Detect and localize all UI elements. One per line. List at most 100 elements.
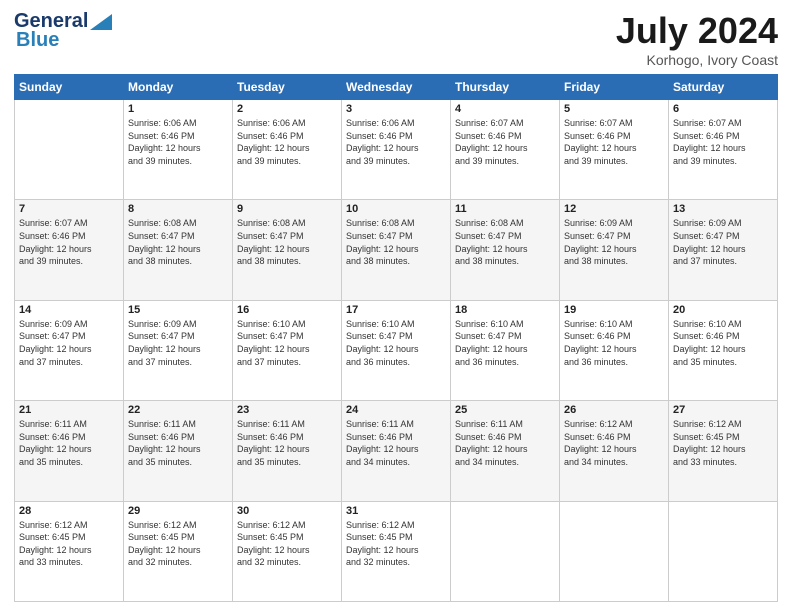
col-header-thursday: Thursday — [451, 75, 560, 100]
day-number: 3 — [346, 103, 446, 115]
day-number: 21 — [19, 404, 119, 416]
day-info: Sunrise: 6:07 AMSunset: 6:46 PMDaylight:… — [19, 217, 119, 267]
col-header-tuesday: Tuesday — [233, 75, 342, 100]
col-header-friday: Friday — [560, 75, 669, 100]
day-cell: 25 Sunrise: 6:11 AMSunset: 6:46 PMDayligh… — [451, 401, 560, 501]
day-info: Sunrise: 6:09 AMSunset: 6:47 PMDaylight:… — [19, 318, 119, 368]
day-cell — [15, 100, 124, 200]
day-number: 31 — [346, 505, 446, 517]
col-header-wednesday: Wednesday — [342, 75, 451, 100]
day-number: 1 — [128, 103, 228, 115]
day-number: 7 — [19, 203, 119, 215]
day-info: Sunrise: 6:10 AMSunset: 6:46 PMDaylight:… — [564, 318, 664, 368]
day-info: Sunrise: 6:09 AMSunset: 6:47 PMDaylight:… — [673, 217, 773, 267]
day-cell: 9Sunrise: 6:08 AMSunset: 6:47 PMDaylight… — [233, 200, 342, 300]
day-cell: 31 Sunrise: 6:12 AMSunset: 6:45 PMDayligh… — [342, 501, 451, 601]
day-number: 25 — [455, 404, 555, 416]
day-cell: 14 Sunrise: 6:09 AMSunset: 6:47 PMDayligh… — [15, 300, 124, 400]
day-number: 2 — [237, 103, 337, 115]
col-header-monday: Monday — [124, 75, 233, 100]
day-number: 4 — [455, 103, 555, 115]
page: General Blue July 2024 Korhogo, Ivory Co… — [0, 0, 792, 612]
day-info: Sunrise: 6:12 AMSunset: 6:45 PMDaylight:… — [128, 519, 228, 569]
day-info: Sunrise: 6:09 AMSunset: 6:47 PMDaylight:… — [128, 318, 228, 368]
day-cell: 6 Sunrise: 6:07 AMSunset: 6:46 PMDaylight… — [669, 100, 778, 200]
day-number: 28 — [19, 505, 119, 517]
day-cell: 23 Sunrise: 6:11 AMSunset: 6:46 PMDayligh… — [233, 401, 342, 501]
day-number: 9 — [237, 203, 337, 215]
day-info: Sunrise: 6:12 AMSunset: 6:45 PMDaylight:… — [346, 519, 446, 569]
day-number: 22 — [128, 404, 228, 416]
day-number: 24 — [346, 404, 446, 416]
day-cell: 15 Sunrise: 6:09 AMSunset: 6:47 PMDayligh… — [124, 300, 233, 400]
day-cell: 29 Sunrise: 6:12 AMSunset: 6:45 PMDayligh… — [124, 501, 233, 601]
day-cell: 12 Sunrise: 6:09 AMSunset: 6:47 PMDayligh… — [560, 200, 669, 300]
day-cell: 22 Sunrise: 6:11 AMSunset: 6:46 PMDayligh… — [124, 401, 233, 501]
day-cell — [451, 501, 560, 601]
day-number: 23 — [237, 404, 337, 416]
day-cell: 3 Sunrise: 6:06 AMSunset: 6:46 PMDaylight… — [342, 100, 451, 200]
day-number: 30 — [237, 505, 337, 517]
day-number: 15 — [128, 304, 228, 316]
day-info: Sunrise: 6:11 AMSunset: 6:46 PMDaylight:… — [346, 418, 446, 468]
day-info: Sunrise: 6:07 AMSunset: 6:46 PMDaylight:… — [564, 117, 664, 167]
day-info: Sunrise: 6:10 AMSunset: 6:46 PMDaylight:… — [673, 318, 773, 368]
week-row-5: 28 Sunrise: 6:12 AMSunset: 6:45 PMDayligh… — [15, 501, 778, 601]
day-info: Sunrise: 6:11 AMSunset: 6:46 PMDaylight:… — [237, 418, 337, 468]
week-row-3: 14 Sunrise: 6:09 AMSunset: 6:47 PMDayligh… — [15, 300, 778, 400]
day-cell: 8 Sunrise: 6:08 AMSunset: 6:47 PMDaylight… — [124, 200, 233, 300]
day-info: Sunrise: 6:07 AMSunset: 6:46 PMDaylight:… — [673, 117, 773, 167]
calendar-table: SundayMondayTuesdayWednesdayThursdayFrid… — [14, 74, 778, 602]
week-row-1: 1 Sunrise: 6:06 AMSunset: 6:46 PMDaylight… — [15, 100, 778, 200]
day-number: 26 — [564, 404, 664, 416]
title-area: July 2024 Korhogo, Ivory Coast — [616, 10, 778, 68]
day-info: Sunrise: 6:06 AMSunset: 6:46 PMDaylight:… — [346, 117, 446, 167]
col-header-saturday: Saturday — [669, 75, 778, 100]
day-info: Sunrise: 6:11 AMSunset: 6:46 PMDaylight:… — [19, 418, 119, 468]
day-info: Sunrise: 6:12 AMSunset: 6:45 PMDaylight:… — [237, 519, 337, 569]
day-cell: 5 Sunrise: 6:07 AMSunset: 6:46 PMDaylight… — [560, 100, 669, 200]
day-info: Sunrise: 6:11 AMSunset: 6:46 PMDaylight:… — [455, 418, 555, 468]
day-info: Sunrise: 6:08 AMSunset: 6:47 PMDaylight:… — [346, 217, 446, 267]
day-cell: 30 Sunrise: 6:12 AMSunset: 6:45 PMDayligh… — [233, 501, 342, 601]
day-number: 19 — [564, 304, 664, 316]
day-cell: 10 Sunrise: 6:08 AMSunset: 6:47 PMDayligh… — [342, 200, 451, 300]
week-row-4: 21 Sunrise: 6:11 AMSunset: 6:46 PMDayligh… — [15, 401, 778, 501]
day-info: Sunrise: 6:10 AMSunset: 6:47 PMDaylight:… — [346, 318, 446, 368]
logo-icon — [90, 14, 112, 30]
day-number: 11 — [455, 203, 555, 215]
day-cell — [560, 501, 669, 601]
day-info: Sunrise: 6:06 AMSunset: 6:46 PMDaylight:… — [128, 117, 228, 167]
day-info: Sunrise: 6:10 AMSunset: 6:47 PMDaylight:… — [455, 318, 555, 368]
day-cell: 28 Sunrise: 6:12 AMSunset: 6:45 PMDayligh… — [15, 501, 124, 601]
day-cell: 26Sunrise: 6:12 AMSunset: 6:46 PMDayligh… — [560, 401, 669, 501]
day-cell: 19 Sunrise: 6:10 AMSunset: 6:46 PMDayligh… — [560, 300, 669, 400]
day-number: 10 — [346, 203, 446, 215]
header: General Blue July 2024 Korhogo, Ivory Co… — [14, 10, 778, 68]
day-info: Sunrise: 6:12 AMSunset: 6:45 PMDaylight:… — [673, 418, 773, 468]
header-row: SundayMondayTuesdayWednesdayThursdayFrid… — [15, 75, 778, 100]
day-cell: 27 Sunrise: 6:12 AMSunset: 6:45 PMDayligh… — [669, 401, 778, 501]
day-number: 6 — [673, 103, 773, 115]
day-number: 20 — [673, 304, 773, 316]
day-number: 27 — [673, 404, 773, 416]
day-cell: 21 Sunrise: 6:11 AMSunset: 6:46 PMDayligh… — [15, 401, 124, 501]
day-number: 29 — [128, 505, 228, 517]
day-info: Sunrise: 6:11 AMSunset: 6:46 PMDaylight:… — [128, 418, 228, 468]
day-cell: 13Sunrise: 6:09 AMSunset: 6:47 PMDayligh… — [669, 200, 778, 300]
day-number: 14 — [19, 304, 119, 316]
day-cell: 20 Sunrise: 6:10 AMSunset: 6:46 PMDayligh… — [669, 300, 778, 400]
day-info: Sunrise: 6:10 AMSunset: 6:47 PMDaylight:… — [237, 318, 337, 368]
week-row-2: 7 Sunrise: 6:07 AMSunset: 6:46 PMDaylight… — [15, 200, 778, 300]
day-number: 5 — [564, 103, 664, 115]
day-number: 12 — [564, 203, 664, 215]
day-cell: 17 Sunrise: 6:10 AMSunset: 6:47 PMDayligh… — [342, 300, 451, 400]
day-info: Sunrise: 6:09 AMSunset: 6:47 PMDaylight:… — [564, 217, 664, 267]
day-number: 8 — [128, 203, 228, 215]
day-info: Sunrise: 6:08 AMSunset: 6:47 PMDaylight:… — [128, 217, 228, 267]
day-number: 17 — [346, 304, 446, 316]
logo: General Blue — [14, 10, 112, 52]
day-info: Sunrise: 6:12 AMSunset: 6:45 PMDaylight:… — [19, 519, 119, 569]
day-cell: 18Sunrise: 6:10 AMSunset: 6:47 PMDayligh… — [451, 300, 560, 400]
day-cell: 24 Sunrise: 6:11 AMSunset: 6:46 PMDayligh… — [342, 401, 451, 501]
